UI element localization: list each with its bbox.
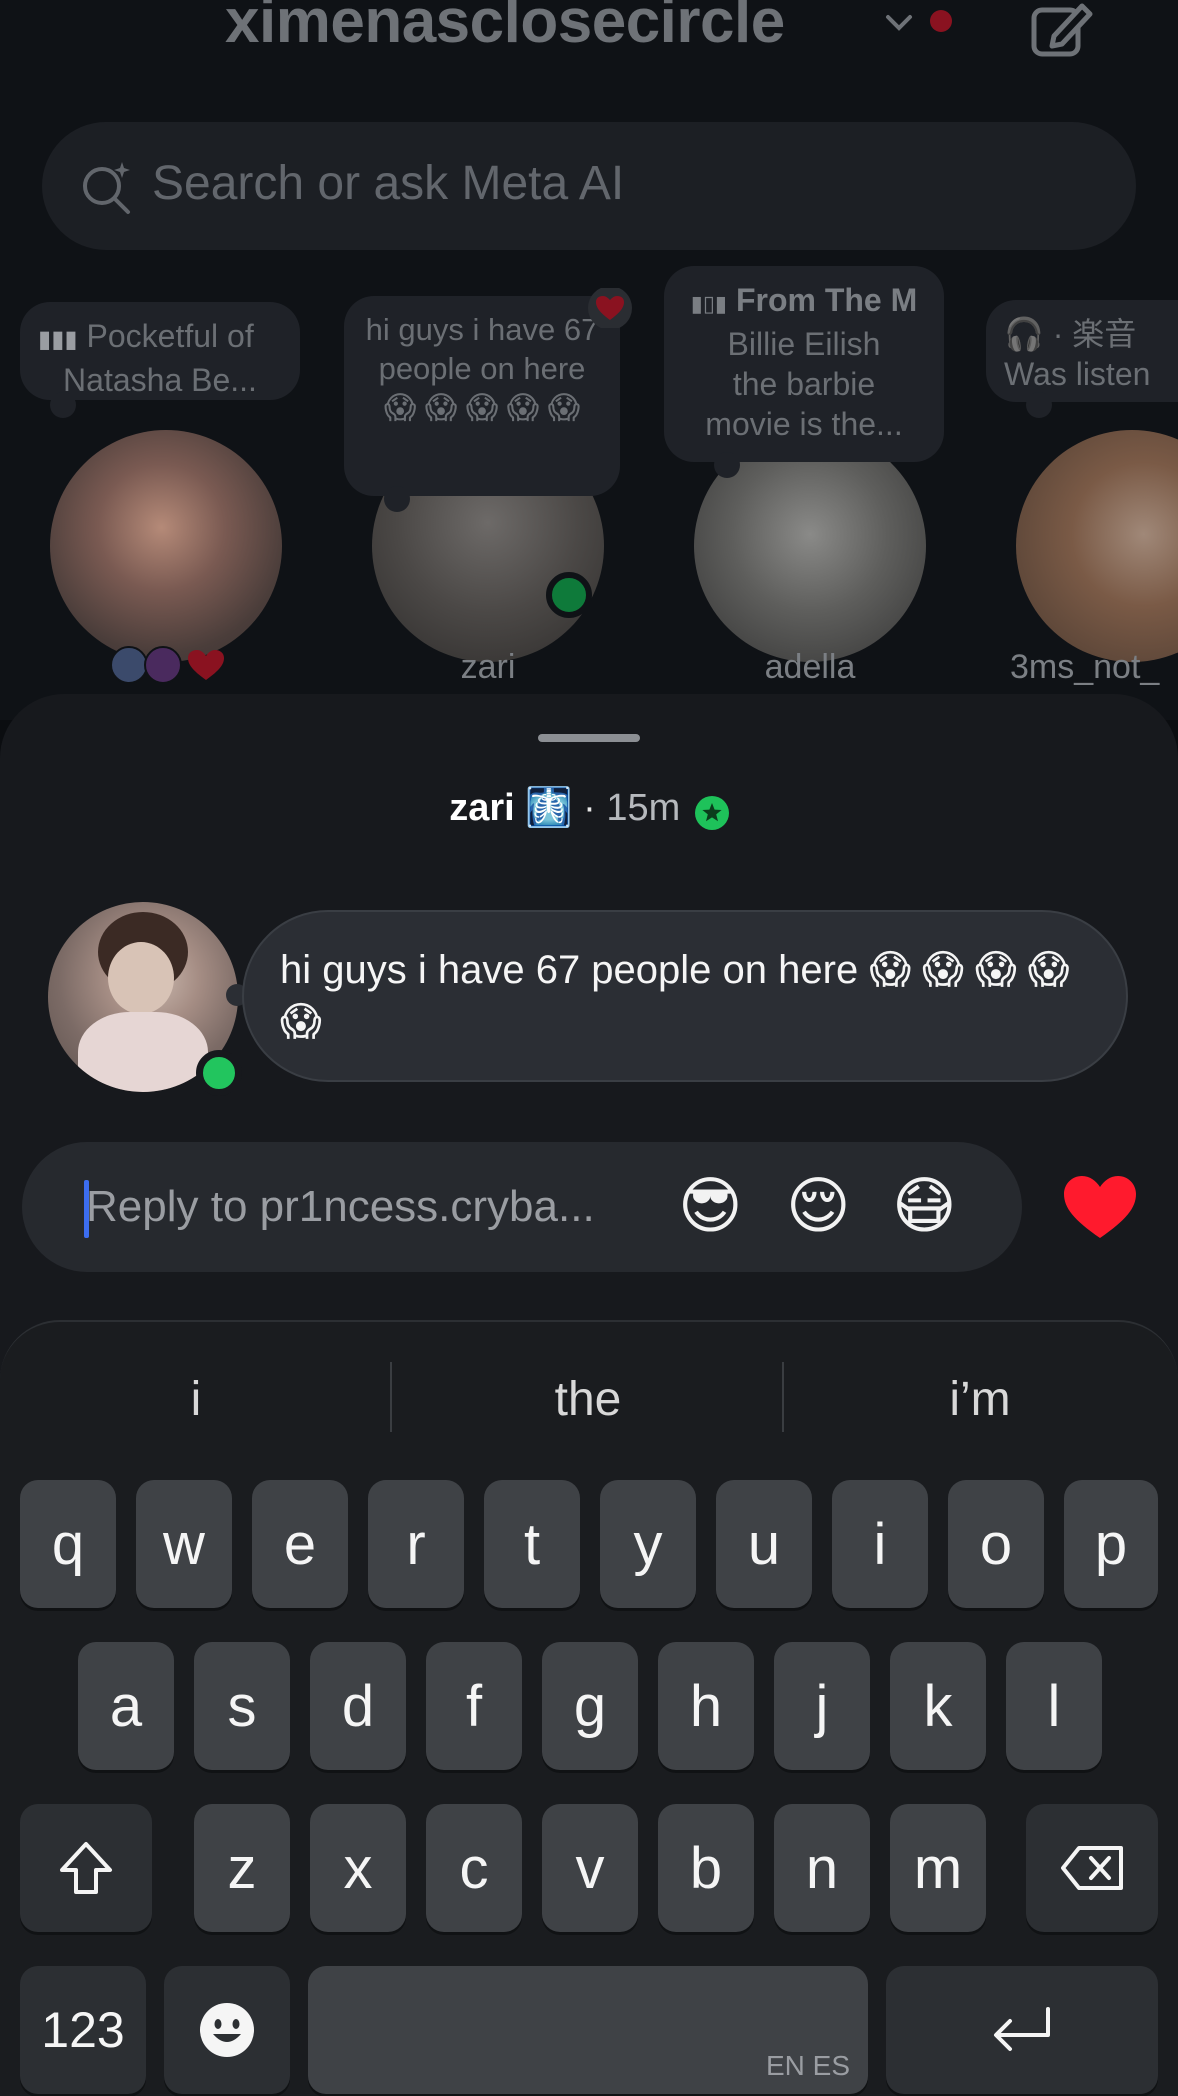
- key-i[interactable]: i: [832, 1480, 928, 1608]
- reply-input[interactable]: Reply to pr1ncess.cryba... 😎 😌 😷: [22, 1142, 1022, 1272]
- key-n[interactable]: n: [774, 1804, 870, 1932]
- return-key[interactable]: [886, 1966, 1158, 2094]
- reaction-avatars: [110, 646, 230, 686]
- key-g[interactable]: g: [542, 1642, 638, 1770]
- key-t[interactable]: t: [484, 1480, 580, 1608]
- online-dot: [546, 572, 592, 618]
- return-icon: [994, 2007, 1050, 2051]
- liked-heart-icon: [588, 288, 632, 328]
- note-music-line: ▮▮▮ Pocketful of: [38, 316, 282, 360]
- music-bars-icon: ▮▯▮: [690, 291, 728, 316]
- heart-icon[interactable]: [1064, 1176, 1136, 1240]
- search-bar[interactable]: Search or ask Meta AI: [42, 122, 1136, 250]
- note-username-adella[interactable]: adella: [694, 648, 926, 687]
- key-f[interactable]: f: [426, 1642, 522, 1770]
- backspace-icon: [1061, 1846, 1123, 1890]
- note-avatar-3ms[interactable]: [1016, 430, 1178, 662]
- emoji-key[interactable]: [164, 1966, 290, 2094]
- chevron-down-icon[interactable]: [882, 6, 916, 40]
- sheet-timestamp: 15m: [606, 787, 681, 829]
- key-d[interactable]: d: [310, 1642, 406, 1770]
- note-username-zari[interactable]: zari: [372, 648, 604, 687]
- note-bubble-adella[interactable]: ▮▯▮ From The M Billie Eilish the barbie …: [664, 266, 944, 478]
- notes-tray: ▮▮▮ Pocketful of Natasha Be... hi guys i…: [0, 262, 1178, 702]
- note-text-2: movie is the...: [705, 406, 903, 442]
- key-z[interactable]: z: [194, 1804, 290, 1932]
- key-b[interactable]: b: [658, 1804, 754, 1932]
- note-text: the barbie: [732, 366, 876, 402]
- numbers-key[interactable]: 123: [20, 1966, 146, 2094]
- sheet-username[interactable]: zari: [449, 787, 514, 829]
- screen: ximenasclosecircle Search or ask Meta AI…: [0, 0, 1178, 2096]
- pronoun-glyph: 🩻 ·: [525, 787, 607, 829]
- emoji-face-icon: [200, 2003, 254, 2057]
- compose-icon[interactable]: [1030, 0, 1094, 58]
- key-e[interactable]: e: [252, 1480, 348, 1608]
- note-username-3ms[interactable]: 3ms_not_: [1010, 648, 1178, 687]
- note-avatar-self[interactable]: [50, 430, 282, 662]
- key-v[interactable]: v: [542, 1804, 638, 1932]
- inbox-background: ximenasclosecircle Search or ask Meta AI…: [0, 0, 1178, 720]
- key-h[interactable]: h: [658, 1642, 754, 1770]
- space-key[interactable]: EN ES: [308, 1966, 868, 2094]
- key-o[interactable]: o: [948, 1480, 1044, 1608]
- note-bubble-zari[interactable]: hi guys i have 67 people on here 😱 😱 😱 😱…: [344, 296, 620, 512]
- note-song: Pocketful of: [86, 318, 254, 354]
- note-text: hi guys i have 67 people on here 😱 😱 😱 😱…: [365, 312, 599, 425]
- note-artist: Billie Eilish: [727, 326, 881, 362]
- key-j[interactable]: j: [774, 1642, 870, 1770]
- suggestion-2[interactable]: the: [392, 1372, 784, 1427]
- account-title[interactable]: ximenasclosecircle: [225, 0, 785, 57]
- key-l[interactable]: l: [1006, 1642, 1102, 1770]
- shift-key[interactable]: [20, 1804, 152, 1932]
- key-y[interactable]: y: [600, 1480, 696, 1608]
- key-m[interactable]: m: [890, 1804, 986, 1932]
- key-c[interactable]: c: [426, 1804, 522, 1932]
- notification-dot: [930, 10, 952, 32]
- key-q[interactable]: q: [20, 1480, 116, 1608]
- music-bars-icon: ▮▮▮: [38, 326, 78, 353]
- key-s[interactable]: s: [194, 1642, 290, 1770]
- sheet-header: zari 🩻 · 15m: [0, 786, 1178, 830]
- note-bubble-3ms[interactable]: 🎧 · 楽音 Was listen: [986, 300, 1178, 418]
- close-friends-star-icon: [694, 796, 729, 830]
- quick-emoji-relieved[interactable]: 😌: [786, 1172, 851, 1242]
- backspace-key[interactable]: [1026, 1804, 1158, 1932]
- search-placeholder: Search or ask Meta AI: [152, 157, 625, 210]
- note-message-bubble[interactable]: hi guys i have 67 people on here 😱 😱 😱 😱…: [242, 910, 1128, 1082]
- suggestion-3[interactable]: i’m: [784, 1372, 1176, 1427]
- key-p[interactable]: p: [1064, 1480, 1158, 1608]
- key-u[interactable]: u: [716, 1480, 812, 1608]
- key-x[interactable]: x: [310, 1804, 406, 1932]
- note-artist: Natasha Be...: [63, 362, 257, 398]
- note-message-text: hi guys i have 67 people on here 😱 😱 😱 😱…: [280, 948, 1070, 1044]
- key-r[interactable]: r: [368, 1480, 464, 1608]
- sheet-grabber[interactable]: [538, 734, 640, 742]
- quick-emoji-sunglasses[interactable]: 😎: [678, 1172, 743, 1242]
- suggestion-1[interactable]: i: [0, 1372, 392, 1427]
- keyboard: i the i’m q w e r t y u i o p a s d f g …: [0, 1320, 1178, 2096]
- reply-placeholder: Reply to pr1ncess.cryba...: [86, 1182, 595, 1231]
- shift-icon: [60, 1842, 112, 1894]
- heart-icon: [188, 650, 224, 680]
- note-music-line: 🎧 · 楽音: [1004, 316, 1137, 352]
- key-w[interactable]: w: [136, 1480, 232, 1608]
- space-language-label: EN ES: [765, 2050, 850, 2081]
- note-music-line: ▮▯▮ From The M: [690, 282, 918, 318]
- key-a[interactable]: a: [78, 1642, 174, 1770]
- online-status-dot: [196, 1050, 242, 1096]
- note-status: Was listen: [1004, 356, 1151, 392]
- note-bubble[interactable]: ▮▮▮ Pocketful of Natasha Be...: [20, 302, 300, 418]
- key-k[interactable]: k: [890, 1642, 986, 1770]
- meta-ai-search-icon: [83, 162, 130, 214]
- headphones-icon: 🎧: [1004, 316, 1044, 352]
- quick-emoji-mask[interactable]: 😷: [892, 1172, 957, 1242]
